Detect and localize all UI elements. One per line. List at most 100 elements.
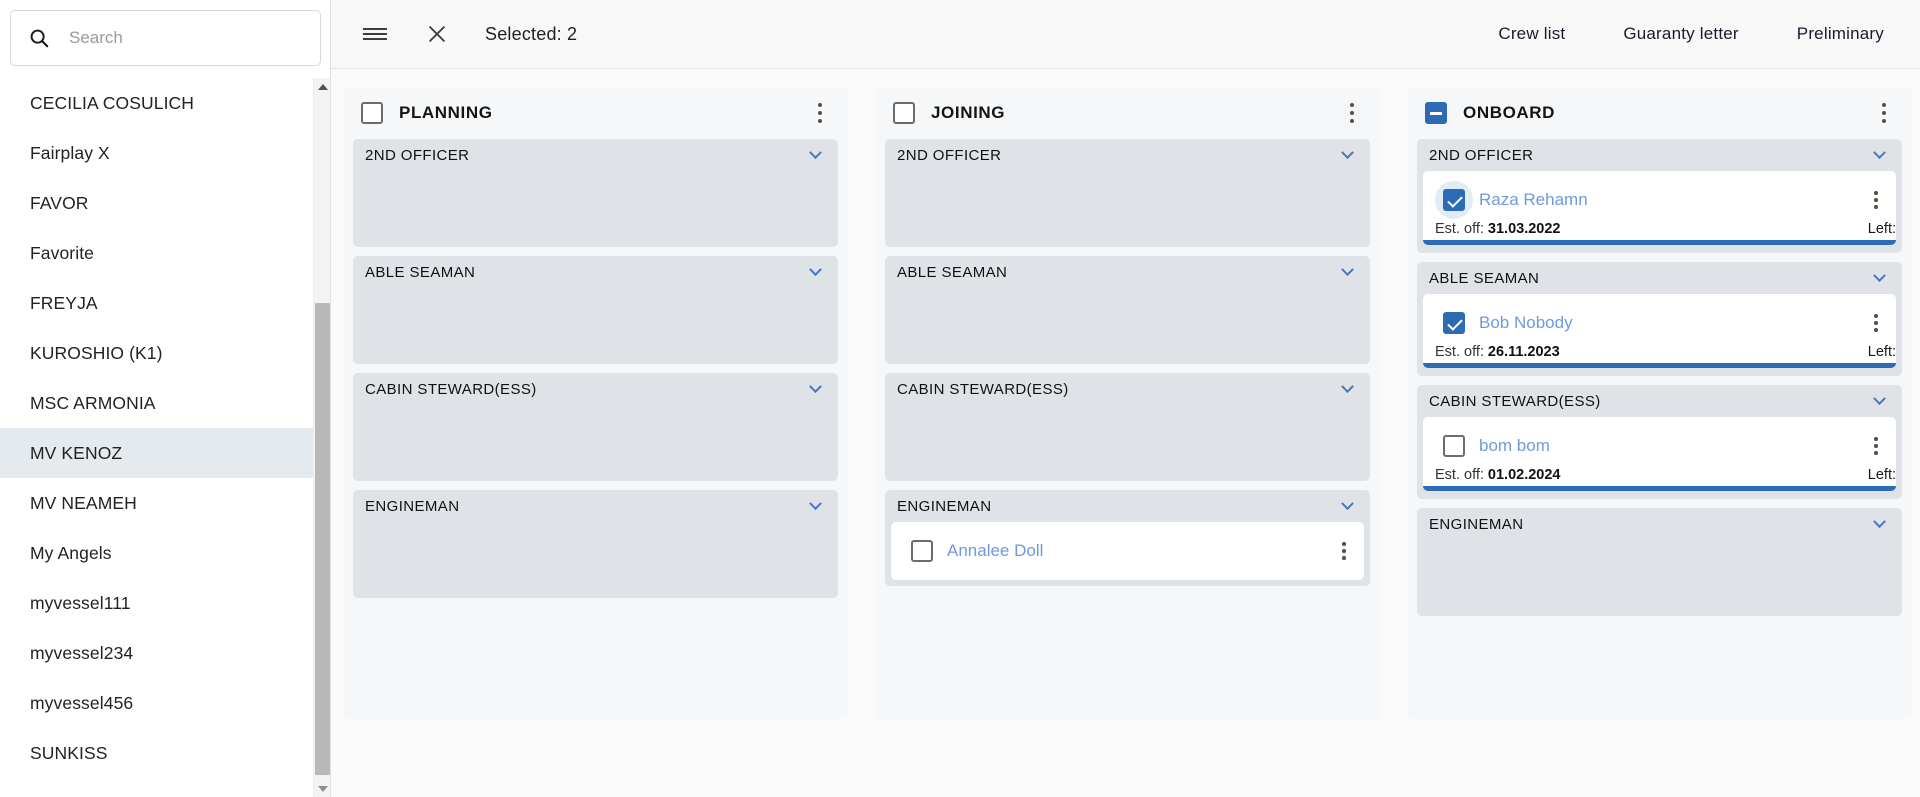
column-menu-icon[interactable]: [1872, 99, 1896, 127]
crew-checkbox-wrapper[interactable]: [1435, 181, 1473, 219]
crew-card-meta: Est. off: 26.11.2023 Left:: [1423, 344, 1896, 363]
est-off-date: 31.03.2022: [1487, 221, 1561, 237]
chevron-down-icon[interactable]: [806, 145, 824, 164]
crew-select-checkbox[interactable]: [1443, 189, 1465, 211]
crew-name[interactable]: Bob Nobody: [1479, 313, 1573, 333]
crew-card[interactable]: Raza Rehamn Est. off: 31.03.2022 Left:: [1423, 171, 1896, 245]
rank-header[interactable]: CABIN STEWARD(ESS): [1417, 385, 1902, 417]
crew-card[interactable]: Annalee Doll: [891, 522, 1364, 580]
crew-card-row: Raza Rehamn: [1423, 179, 1896, 221]
est-off-label: Est. off:: [1435, 221, 1484, 237]
sidebar-item-label: FAVOR: [30, 192, 89, 213]
chevron-down-icon[interactable]: [806, 379, 824, 398]
column-menu-icon[interactable]: [808, 99, 832, 127]
rank-header[interactable]: ENGINEMAN: [1417, 508, 1902, 540]
column-header: PLANNING: [353, 87, 838, 139]
rank-header[interactable]: ABLE SEAMAN: [353, 256, 838, 288]
sidebar-item-label: Favorite: [30, 242, 95, 263]
scroll-down-arrow-icon[interactable]: [314, 780, 331, 797]
chevron-down-icon[interactable]: [1338, 379, 1356, 398]
rank-group: ABLE SEAMAN: [353, 256, 838, 364]
scroll-up-arrow-icon[interactable]: [314, 78, 331, 95]
vessel-sidebar: CECILIA COSULICH Fairplay X FAVOR Favorite F…: [0, 0, 331, 797]
crew-card[interactable]: Bob Nobody Est. off: 26.11.2023 Left:: [1423, 294, 1896, 368]
search-input[interactable]: [69, 28, 304, 48]
sidebar-item-sunkiss[interactable]: SUNKISS: [0, 728, 320, 778]
rank-header[interactable]: CABIN STEWARD(ESS): [353, 373, 838, 405]
search-box[interactable]: [10, 10, 321, 66]
sidebar-item-msc-armonia[interactable]: MSC ARMONIA: [0, 378, 320, 428]
chevron-down-icon[interactable]: [1338, 496, 1356, 515]
column-select-checkbox[interactable]: [361, 102, 383, 124]
kanban-board: PLANNING 2ND OFFICER ABLE SEAMAN CABIN STEW…: [331, 69, 1920, 797]
vessel-list[interactable]: CECILIA COSULICH Fairplay X FAVOR Favorite F…: [0, 78, 320, 797]
sidebar-item-label: myvessel234: [30, 642, 134, 663]
rank-body: [353, 288, 838, 362]
crew-name[interactable]: Raza Rehamn: [1479, 190, 1588, 210]
column-title: ONBOARD: [1463, 103, 1556, 122]
chevron-down-icon[interactable]: [806, 496, 824, 515]
sidebar-item-favorite[interactable]: Favorite: [0, 228, 320, 278]
sidebar-item-kuroshio-k1[interactable]: KUROSHIO (K1): [0, 328, 320, 378]
crew-select-checkbox[interactable]: [911, 540, 933, 562]
crew-card[interactable]: bom bom Est. off: 01.02.2024 Left:: [1423, 417, 1896, 491]
sidebar-item-myvessel111[interactable]: myvessel111: [0, 578, 320, 628]
toolbar-action-crew-list[interactable]: Crew list: [1488, 18, 1575, 50]
hamburger-menu-icon[interactable]: [361, 20, 389, 48]
crew-select-checkbox[interactable]: [1443, 435, 1465, 457]
sidebar-item-favor[interactable]: FAVOR: [0, 178, 320, 228]
toolbar-action-guaranty-letter[interactable]: Guaranty letter: [1613, 18, 1748, 50]
crew-card-menu-icon[interactable]: [1332, 537, 1356, 565]
rank-body: [353, 171, 838, 245]
close-icon[interactable]: [423, 20, 451, 48]
scrollbar-thumb[interactable]: [315, 303, 330, 775]
sidebar-item-mv-neameh[interactable]: MV NEAMEH: [0, 478, 320, 528]
chevron-down-icon[interactable]: [1870, 391, 1888, 410]
column-select-checkbox[interactable]: [1425, 102, 1447, 124]
crew-checkbox-wrapper[interactable]: [903, 532, 941, 570]
sidebar-item-label: MV NEAMEH: [30, 492, 137, 513]
crew-card-menu-icon[interactable]: [1864, 432, 1888, 460]
rank-body: bom bom Est. off: 01.02.2024 Left:: [1417, 417, 1902, 491]
chevron-down-icon[interactable]: [1338, 262, 1356, 281]
crew-checkbox-wrapper[interactable]: [1435, 304, 1473, 342]
sidebar-item-fairplay-x[interactable]: Fairplay X: [0, 128, 320, 178]
crew-card-menu-icon[interactable]: [1864, 309, 1888, 337]
rank-header[interactable]: 2ND OFFICER: [1417, 139, 1902, 171]
chevron-down-icon[interactable]: [806, 262, 824, 281]
sidebar-item-mv-kenoz[interactable]: MV KENOZ: [0, 428, 320, 478]
crew-card-row: Annalee Doll: [891, 530, 1364, 572]
rank-header[interactable]: 2ND OFFICER: [885, 139, 1370, 171]
crew-name[interactable]: Annalee Doll: [947, 541, 1043, 561]
sidebar-item-freyja[interactable]: FREYJA: [0, 278, 320, 328]
sidebar-item-myvessel234[interactable]: myvessel234: [0, 628, 320, 678]
column-select-checkbox[interactable]: [893, 102, 915, 124]
rank-group: 2ND OFFICER Raza Rehamn Est. off: 31.03.202…: [1417, 139, 1902, 253]
rank-header[interactable]: CABIN STEWARD(ESS): [885, 373, 1370, 405]
rank-label: CABIN STEWARD(ESS): [365, 380, 537, 398]
rank-header[interactable]: ENGINEMAN: [353, 490, 838, 522]
sidebar-item-myvessel456[interactable]: myvessel456: [0, 678, 320, 728]
crew-select-checkbox[interactable]: [1443, 312, 1465, 334]
sidebar-scrollbar[interactable]: [313, 78, 330, 797]
contract-progress-bar: [1423, 240, 1896, 245]
crew-checkbox-wrapper[interactable]: [1435, 427, 1473, 465]
chevron-down-icon[interactable]: [1870, 145, 1888, 164]
rank-header[interactable]: 2ND OFFICER: [353, 139, 838, 171]
crew-card-menu-icon[interactable]: [1864, 186, 1888, 214]
rank-header[interactable]: ABLE SEAMAN: [1417, 262, 1902, 294]
left-label: Left:: [1867, 344, 1896, 360]
chevron-down-icon[interactable]: [1870, 268, 1888, 287]
rank-header[interactable]: ABLE SEAMAN: [885, 256, 1370, 288]
rank-header[interactable]: ENGINEMAN: [885, 490, 1370, 522]
chevron-down-icon[interactable]: [1338, 145, 1356, 164]
sidebar-item-label: myvessel111: [30, 592, 131, 613]
rank-label: ABLE SEAMAN: [897, 263, 1008, 281]
sidebar-item-my-angels[interactable]: My Angels: [0, 528, 320, 578]
column-menu-icon[interactable]: [1340, 99, 1364, 127]
sidebar-item-cecilia-cosulich[interactable]: CECILIA COSULICH: [0, 78, 320, 128]
chevron-down-icon[interactable]: [1870, 514, 1888, 533]
toolbar-action-preliminary[interactable]: Preliminary: [1787, 18, 1894, 50]
rank-body: [1417, 540, 1902, 614]
crew-name[interactable]: bom bom: [1479, 436, 1550, 456]
